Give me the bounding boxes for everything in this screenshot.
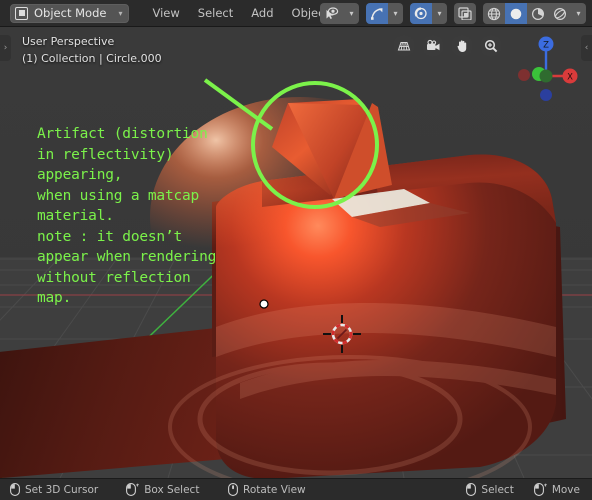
snapping-group: ▾ bbox=[410, 3, 447, 24]
shading-group: ▾ bbox=[483, 3, 586, 24]
chevron-down-icon: ▾ bbox=[576, 9, 581, 18]
status-label-box-select: Box Select bbox=[144, 483, 200, 496]
mode-selector-dropdown[interactable]: Object Mode ▾ bbox=[10, 3, 130, 23]
gizmo-axis-x-negative[interactable] bbox=[518, 69, 530, 81]
snap-arrow-icon-button[interactable] bbox=[366, 3, 388, 24]
3d-viewport[interactable]: Artifact (distortion in reflectivity) ap… bbox=[0, 27, 592, 478]
viewport-nav-icons bbox=[393, 35, 502, 57]
chevron-down-icon: ▾ bbox=[118, 8, 123, 18]
status-item-rotate-view: Rotate View bbox=[228, 483, 306, 496]
menu-item-view[interactable]: View bbox=[143, 3, 188, 23]
object-mode-icon bbox=[15, 6, 28, 20]
rendered-shading-icon-button[interactable] bbox=[549, 3, 571, 24]
chevron-down-icon: ▾ bbox=[393, 9, 398, 18]
chevron-down-icon: ▾ bbox=[437, 9, 442, 18]
mode-selector-label: Object Mode bbox=[34, 6, 107, 20]
gizmo-axis-y-negative[interactable] bbox=[539, 69, 553, 83]
toolbar-toggle-left[interactable]: › bbox=[0, 35, 11, 61]
header-tool-cluster: ▾ ▾ ▾ ▾ bbox=[320, 3, 586, 24]
wireframe-shading-icon bbox=[487, 7, 501, 20]
gizmo-axis-z-negative[interactable] bbox=[540, 89, 552, 101]
mouse-left-drag-icon bbox=[126, 483, 139, 496]
navigation-gizmo[interactable]: Z X bbox=[506, 33, 580, 107]
blender-window: Object Mode ▾ View Select Add Object ▾ ▾… bbox=[0, 0, 592, 500]
gizmo-label-x: X bbox=[567, 73, 573, 83]
cursor-eye-icon-button[interactable] bbox=[320, 3, 344, 24]
status-item-move: Move bbox=[533, 483, 580, 496]
perspective-grid-icon bbox=[397, 41, 411, 51]
pan-hand-icon bbox=[457, 40, 467, 52]
3d-cursor[interactable] bbox=[322, 314, 362, 354]
menu-bar: View Select Add Object bbox=[143, 3, 338, 23]
status-label-move: Move bbox=[551, 483, 580, 496]
status-label-rotate-view: Rotate View bbox=[243, 483, 306, 496]
cursor-eye-icon bbox=[326, 7, 338, 19]
visibility-group: ▾ bbox=[320, 3, 359, 24]
gizmo-label-z: Z bbox=[543, 41, 549, 51]
status-bar: Set 3D Cursor Box Select Rotate View Sel… bbox=[0, 478, 592, 500]
object-origin-dot[interactable] bbox=[259, 299, 269, 309]
pan-hand-icon-button[interactable] bbox=[451, 35, 473, 57]
snap-arrow-icon bbox=[371, 8, 383, 20]
solid-shading-icon bbox=[510, 8, 522, 19]
menu-item-add[interactable]: Add bbox=[242, 3, 282, 23]
material-preview-shading-icon-button[interactable] bbox=[527, 3, 549, 24]
shading-dropdown[interactable]: ▾ bbox=[571, 3, 586, 24]
status-middle-group: Rotate View bbox=[228, 483, 306, 496]
transform-orientation-group: ▾ bbox=[366, 3, 403, 24]
proportional-editing-group bbox=[454, 3, 476, 24]
wireframe-shading-icon-button[interactable] bbox=[483, 3, 505, 24]
mouse-left-click-icon bbox=[10, 483, 20, 496]
proportional-editing-icon bbox=[458, 7, 472, 20]
status-item-set-3d-cursor: Set 3D Cursor bbox=[10, 483, 98, 496]
sidebar-toggle-right[interactable]: ‹ bbox=[581, 35, 592, 61]
solid-shading-icon-button[interactable] bbox=[505, 3, 527, 24]
zoom-magnifier-icon bbox=[484, 39, 498, 53]
status-label-set-3d-cursor: Set 3D Cursor bbox=[25, 483, 99, 496]
magnet-icon-button[interactable] bbox=[410, 3, 432, 24]
mouse-left-drag-icon bbox=[533, 483, 547, 496]
perspective-grid-icon-button[interactable] bbox=[393, 35, 415, 57]
proportional-editing-icon-button[interactable] bbox=[454, 3, 476, 24]
top-header-bar: Object Mode ▾ View Select Add Object ▾ ▾… bbox=[0, 0, 592, 27]
transform-orientation-dropdown[interactable]: ▾ bbox=[388, 3, 403, 24]
mouse-left-click-icon bbox=[466, 483, 477, 496]
rendered-shading-icon bbox=[553, 7, 567, 20]
camera-icon-button[interactable] bbox=[422, 35, 444, 57]
menu-item-select[interactable]: Select bbox=[189, 3, 242, 23]
status-label-select: Select bbox=[481, 483, 514, 496]
zoom-magnifier-icon-button[interactable] bbox=[480, 35, 502, 57]
magnet-icon bbox=[414, 7, 427, 20]
camera-icon bbox=[426, 39, 439, 51]
chevron-down-icon: ▾ bbox=[349, 9, 354, 18]
visibility-dropdown[interactable]: ▾ bbox=[344, 3, 359, 24]
material-preview-shading-icon bbox=[531, 7, 545, 20]
status-right-group: Select Move bbox=[466, 483, 580, 496]
mouse-middle-click-icon bbox=[228, 483, 238, 496]
status-item-box-select: Box Select bbox=[126, 483, 199, 496]
status-left-group: Set 3D Cursor Box Select bbox=[10, 483, 199, 496]
3d-object-circle-000[interactable] bbox=[0, 27, 592, 478]
snapping-dropdown[interactable]: ▾ bbox=[432, 3, 447, 24]
status-item-select: Select bbox=[466, 483, 514, 496]
